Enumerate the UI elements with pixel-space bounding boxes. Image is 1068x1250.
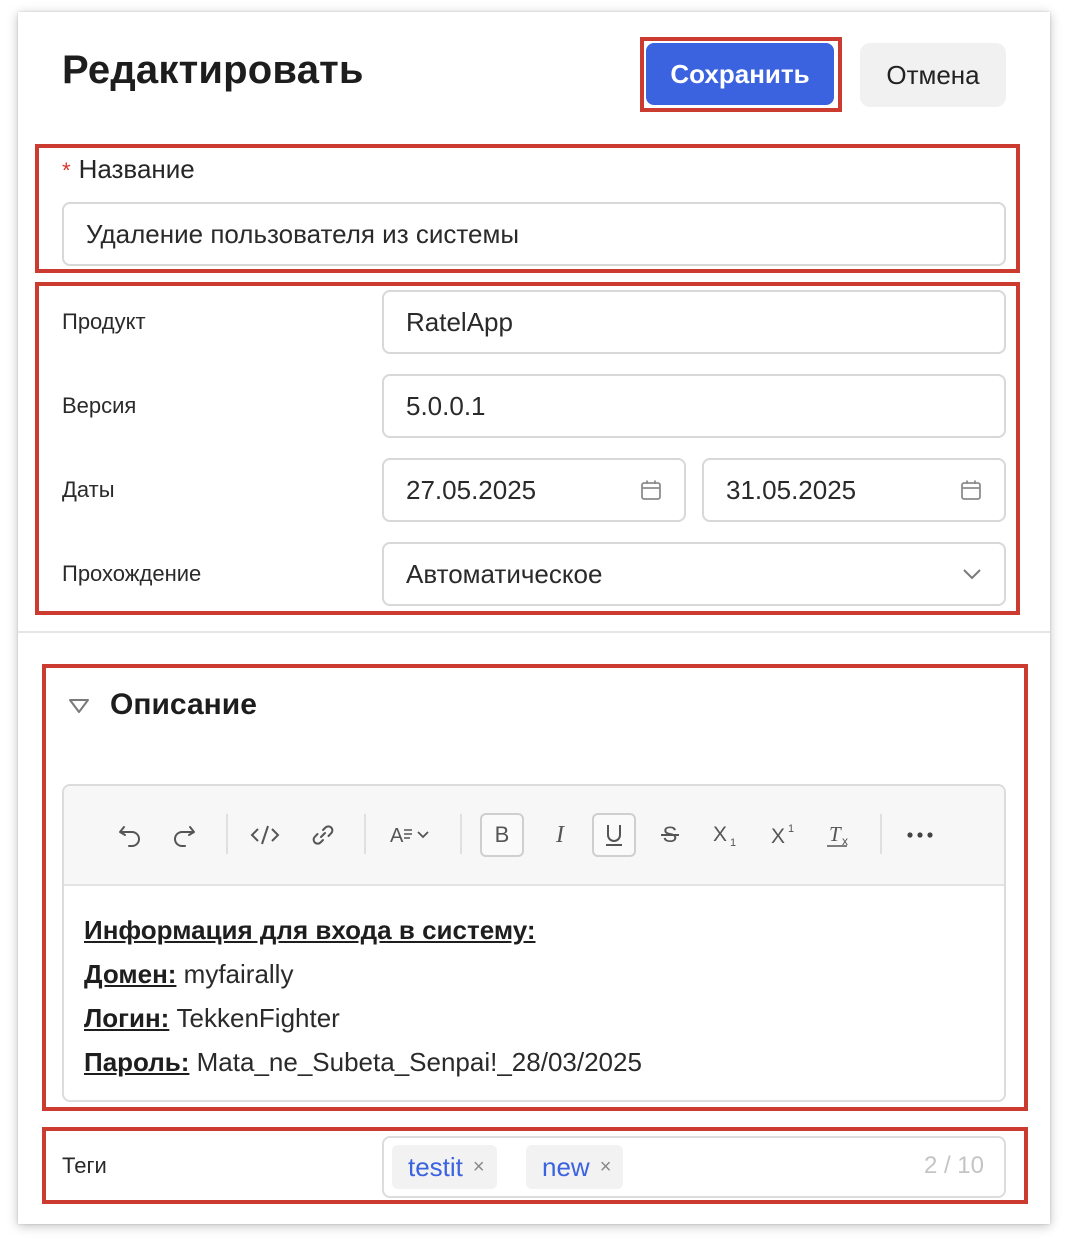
content-line-login: Логин: TekkenFighter xyxy=(84,996,642,1040)
content-heading: Информация для входа в систему: xyxy=(84,915,536,945)
tags-input[interactable]: testit × new × 2 / 10 xyxy=(382,1136,1006,1198)
page-title: Редактировать xyxy=(62,48,364,92)
content-line-password: Пароль: Mata_ne_Subeta_Senpai!_28/03/202… xyxy=(84,1040,642,1084)
version-value: 5.0.0.1 xyxy=(406,390,486,421)
svg-text:T: T xyxy=(829,822,842,846)
cancel-button[interactable]: Отмена xyxy=(860,43,1006,107)
content-key: Пароль: xyxy=(84,1047,190,1077)
editor-toolbar: A B I S X1 X1 Tx xyxy=(64,786,1004,886)
clear-format-icon[interactable]: Tx xyxy=(820,813,862,857)
svg-text:I: I xyxy=(555,822,565,848)
code-icon[interactable] xyxy=(246,813,284,857)
tags-label: Теги xyxy=(62,1153,107,1178)
toolbar-separator xyxy=(364,814,366,854)
font-size-icon[interactable]: A xyxy=(386,813,440,857)
run-mode-select[interactable]: Автоматическое xyxy=(382,542,1006,606)
save-button[interactable]: Сохранить xyxy=(646,43,834,105)
tag-chip[interactable]: testit × xyxy=(392,1145,497,1189)
name-label-row: * Название xyxy=(62,154,195,185)
end-date-field[interactable]: 31.05.2025 xyxy=(702,458,1006,522)
toolbar-separator xyxy=(880,814,882,854)
run-mode-label: Прохождение xyxy=(62,561,202,586)
end-date-value: 31.05.2025 xyxy=(726,474,857,505)
run-mode-value: Автоматическое xyxy=(406,558,603,589)
content-value: TekkenFighter xyxy=(169,1003,340,1033)
strikethrough-icon[interactable]: S xyxy=(650,813,690,857)
name-input-value: Удаление пользователя из системы xyxy=(86,218,520,249)
content-value: Mata_ne_Subeta_Senpai!_28/03/2025 xyxy=(189,1047,642,1077)
content-key: Домен: xyxy=(84,959,177,989)
editor-content[interactable]: Информация для входа в систему: Домен: m… xyxy=(84,908,642,1084)
calendar-icon[interactable] xyxy=(960,479,982,501)
name-label: Название xyxy=(78,154,195,184)
superscript-icon[interactable]: X1 xyxy=(764,813,806,857)
underline-icon[interactable] xyxy=(592,813,636,857)
content-value: myfairally xyxy=(176,959,294,989)
tag-counter: 2 / 10 xyxy=(923,1152,984,1179)
dates-label: Даты xyxy=(62,477,115,502)
chevron-down-icon xyxy=(962,568,982,580)
version-label: Версия xyxy=(62,393,137,418)
toolbar-separator xyxy=(226,814,228,854)
version-field[interactable]: 5.0.0.1 xyxy=(382,374,1006,438)
svg-text:A: A xyxy=(390,825,404,847)
product-value: RatelApp xyxy=(406,306,513,337)
link-icon[interactable] xyxy=(304,813,342,857)
description-editor[interactable]: A B I S X1 X1 Tx Информация для входа в … xyxy=(62,784,1006,1102)
collapse-triangle-icon[interactable] xyxy=(68,698,90,719)
bold-icon[interactable]: B xyxy=(480,813,524,857)
description-title[interactable]: Описание xyxy=(110,688,257,722)
svg-text:B: B xyxy=(495,822,510,847)
calendar-icon[interactable] xyxy=(640,479,662,501)
edit-panel: Редактировать Сохранить Отмена * Название… xyxy=(18,12,1050,1224)
name-input[interactable]: Удаление пользователя из системы xyxy=(62,202,1006,266)
more-icon[interactable] xyxy=(900,813,940,857)
start-date-value: 27.05.2025 xyxy=(406,474,537,505)
section-divider xyxy=(18,631,1050,633)
remove-tag-icon[interactable]: × xyxy=(600,1156,612,1179)
start-date-field[interactable]: 27.05.2025 xyxy=(382,458,686,522)
toolbar-separator xyxy=(460,814,462,854)
tag-chip[interactable]: new × xyxy=(526,1145,624,1189)
svg-text:1: 1 xyxy=(788,823,794,835)
content-line-domain: Домен: myfairally xyxy=(84,952,642,996)
remove-tag-icon[interactable]: × xyxy=(473,1156,485,1179)
redo-icon[interactable] xyxy=(166,813,202,857)
product-field[interactable]: RatelApp xyxy=(382,290,1006,354)
undo-icon[interactable] xyxy=(112,813,148,857)
required-marker: * xyxy=(62,158,71,183)
svg-text:X: X xyxy=(771,825,785,848)
tag-label: testit xyxy=(408,1151,463,1182)
italic-icon[interactable]: I xyxy=(540,813,580,857)
tag-label: new xyxy=(542,1151,590,1182)
svg-text:X: X xyxy=(713,823,727,846)
product-label: Продукт xyxy=(62,309,146,334)
subscript-icon[interactable]: X1 xyxy=(706,813,748,857)
content-key: Логин: xyxy=(84,1003,170,1033)
svg-text:1: 1 xyxy=(730,837,736,849)
